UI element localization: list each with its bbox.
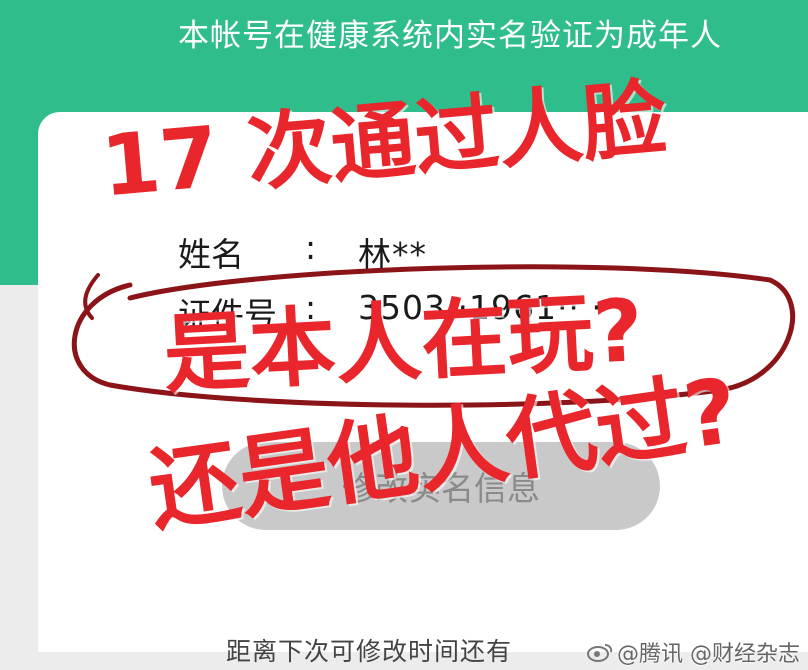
watermark-text: @腾讯 @财经杂志	[617, 642, 800, 667]
watermark: @腾讯 @财经杂志	[587, 636, 800, 668]
weibo-icon	[587, 644, 613, 662]
screenshot-page: 本帐号在健康系统内实名验证为成年人 姓名 : 林** 证件号 : 3503··1…	[0, 0, 808, 670]
